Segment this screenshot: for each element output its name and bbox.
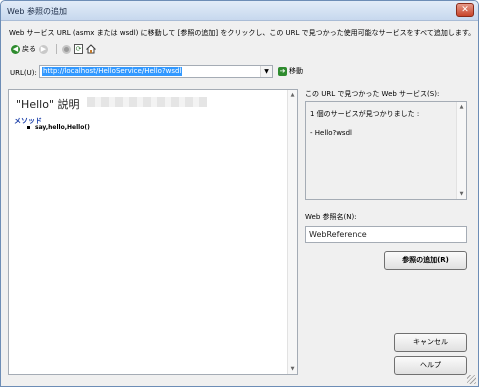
stop-icon [62,44,71,54]
reference-name-label: Web 参照名(N): [305,213,357,221]
found-services-scrollbar[interactable]: ▲ ▼ [456,102,466,199]
method-list-item: say,hello,Hello() [27,124,90,131]
toolbar-separator [56,44,57,54]
forward-arrow-icon: ▶ [39,44,48,54]
refresh-button[interactable]: ⟳ [74,44,83,54]
browser-toolbar: ◀ 戻る ▶ ⟳ [11,43,99,55]
resize-grip-icon[interactable] [467,375,476,384]
back-arrow-icon: ◀ [11,44,20,54]
go-arrow-icon: ➔ [278,66,287,76]
back-button[interactable]: ◀ 戻る [11,44,36,54]
cancel-button[interactable]: キャンセル [394,333,467,352]
instruction-text: Web サービス URL (asmx または wsdl) に移動して [参照の追… [9,29,476,37]
title-bar[interactable]: Web 参照の追加 ✕ [1,1,478,21]
window-title: Web 参照の追加 [7,7,67,16]
url-combobox[interactable]: http://localhost/HelloService/Hello?wsdl… [39,65,273,78]
scroll-down-icon[interactable]: ▼ [457,189,466,199]
service-description-browser[interactable]: "Hello" 説明 メソッド say,hello,Hello() ▲ ▼ [8,89,298,375]
stop-button[interactable] [62,44,71,54]
reference-name-input[interactable]: WebReference [305,226,467,243]
method-link[interactable]: say,hello,Hello() [35,124,90,131]
go-button[interactable]: ➔ 移動 [278,66,303,76]
found-services-box[interactable]: 1 個のサービスが見つかりました : - Hello?wsdl ▲ ▼ [305,101,467,200]
found-count-text: 1 個のサービスが見つかりました : [310,110,420,118]
service-title: "Hello" 説明 [16,98,80,111]
obscured-text [87,97,207,107]
bullet-icon [27,126,30,129]
home-icon [86,44,96,54]
found-services-label: この URL で見つかった Web サービス(S): [305,90,440,98]
refresh-icon: ⟳ [74,44,83,54]
forward-button[interactable]: ▶ [39,44,48,54]
back-label: 戻る [22,45,36,53]
browser-scrollbar[interactable]: ▲ ▼ [287,90,297,374]
help-button[interactable]: ヘルプ [394,356,467,375]
found-service-item: - Hello?wsdl [310,129,352,137]
add-web-reference-dialog: Web 参照の追加 ✕ Web サービス URL (asmx または wsdl)… [0,0,479,387]
add-reference-button[interactable]: 参照の追加(R) [384,251,467,270]
scroll-up-icon[interactable]: ▲ [457,102,466,112]
chevron-down-icon[interactable]: ▼ [260,66,272,77]
go-label: 移動 [289,67,303,75]
home-button[interactable] [86,44,96,54]
url-label: URL(U): [10,69,37,77]
close-icon: ✕ [461,5,469,15]
scroll-up-icon[interactable]: ▲ [288,90,297,100]
scroll-down-icon[interactable]: ▼ [288,364,297,374]
url-input[interactable]: http://localhost/HelloService/Hello?wsdl [42,67,183,76]
close-button[interactable]: ✕ [456,3,474,17]
